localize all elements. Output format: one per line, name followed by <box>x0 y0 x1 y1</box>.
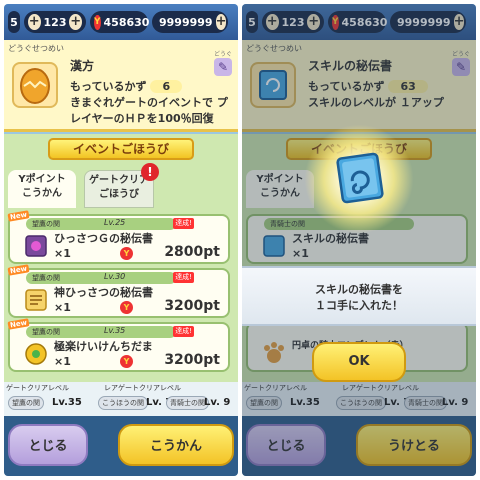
reward-price: 3200pt <box>164 298 220 314</box>
yokai-coin-icon: Y <box>120 355 133 368</box>
dialog-line: スキルの秘伝書を <box>315 283 403 296</box>
tool-icon[interactable]: ✎ <box>214 58 232 76</box>
orb-icon <box>25 343 47 365</box>
achieved-badge: 達成! <box>173 218 194 229</box>
tab-label: ごほうび <box>99 189 139 200</box>
add-button[interactable]: + <box>69 14 82 30</box>
stamina-value: 5 <box>10 15 18 29</box>
plus-icon: + <box>28 14 41 30</box>
item-thumbnail <box>12 62 58 108</box>
yokai-coin-icon: Y <box>94 14 101 30</box>
gate-level: Lv.30 <box>104 272 126 281</box>
top-status-bar: 5 + 123 + Y 458630 9999999 + <box>4 4 238 40</box>
gate-clear-label: ゲートクリアレベル <box>6 384 69 392</box>
egg-icon <box>20 68 50 104</box>
owned-label: もっているかず <box>70 80 147 93</box>
event-reward-ribbon: イベントごほうび <box>48 138 194 160</box>
achieved-badge: 達成! <box>173 326 194 337</box>
reward-name: 神ひっさつの秘伝書 <box>54 286 153 299</box>
gate-name: 望鷹の関 <box>26 218 176 230</box>
gate-level-value: Lv. 9 <box>204 397 231 408</box>
reward-row[interactable]: New 望鷹の関 Lv.35 達成! 極楽けいけんちだま ×1 Y 3200pt <box>7 318 230 372</box>
gate-level: Lv.25 <box>104 218 126 227</box>
money-value: 458630 <box>103 15 150 29</box>
gem-pill: 9999999 + <box>151 11 228 33</box>
gate-level-value: Lv.35 <box>52 397 82 408</box>
clear-level-bar: ゲートクリアレベル レアゲートクリアレベル 望鷹の関 Lv.35 こうほうの関 … <box>4 382 238 416</box>
rare-gate-clear-label: レアゲートクリアレベル <box>104 384 181 392</box>
yokai-coin-icon: Y <box>120 247 133 260</box>
point-pill: + 123 + <box>24 11 86 33</box>
dialog-line: １コ手に入れた！ <box>315 299 403 312</box>
gem-value: 9999999 <box>159 15 213 29</box>
gate-chip: 青騎士の関 <box>166 396 209 410</box>
bottom-bar: とじる こうかん <box>4 416 238 476</box>
tab-label: こうかん <box>22 188 62 199</box>
tab-gate-clear-reward[interactable]: ゲートクリア ごほうび ! <box>84 163 159 208</box>
gate-chip: 望鷹の関 <box>8 396 44 410</box>
skill-book-icon <box>336 152 384 204</box>
info-category-right: どうぐ <box>213 51 232 58</box>
item-received-dialog: スキルの秘伝書を １コ手に入れた！ <box>242 266 476 326</box>
alert-badge: ! <box>141 163 159 181</box>
item-title: 漢方 <box>70 59 95 73</box>
reward-qty: ×1 <box>54 355 71 368</box>
owned-count: 6 <box>150 79 183 93</box>
reward-qty: ×1 <box>54 247 71 260</box>
achieved-badge: 達成! <box>173 272 194 283</box>
reward-name: ひっさつＧの秘伝書 <box>54 232 153 245</box>
scroll-book-icon <box>25 289 47 311</box>
info-category: どうぐせつめい <box>8 44 64 53</box>
reward-qty: ×1 <box>54 301 71 314</box>
reward-price: 2800pt <box>164 244 220 260</box>
yokai-coin-icon: Y <box>120 301 133 314</box>
close-button[interactable]: とじる <box>8 424 88 466</box>
left-screen: 5 + 123 + Y 458630 9999999 + どうぐせつめい どうぐ… <box>4 4 238 476</box>
scroll-book-icon <box>25 235 47 257</box>
gate-name: 望鷹の関 <box>26 272 176 284</box>
item-info-panel: どうぐせつめい どうぐ ✎ 漢方 もっているかず 6 きまぐれゲートのイベントで… <box>4 40 238 132</box>
reward-row[interactable]: New 望鷹の関 Lv.25 達成! ひっさつＧの秘伝書 ×1 Y 2800pt <box>7 210 230 264</box>
stamina-pill: 5 <box>8 11 20 33</box>
reward-price: 3200pt <box>164 352 220 368</box>
point-value: 123 <box>43 15 67 29</box>
gate-chip: こうほうの関 <box>98 396 148 410</box>
ok-button[interactable]: OK <box>312 342 406 382</box>
item-description: きまぐれゲートのイベントで プレイヤーのＨＰを100％回復 <box>70 96 228 125</box>
owned-row: もっているかず 6 <box>70 78 183 94</box>
reward-section: イベントごほうび Yポイント こうかん ゲートクリア ごほうび ! New 望鷹… <box>4 134 238 384</box>
reward-name: 極楽けいけんちだま <box>54 340 153 353</box>
exchange-button[interactable]: こうかん <box>118 424 234 466</box>
gate-level: Lv.35 <box>104 326 126 335</box>
money-pill: Y 458630 <box>90 11 150 33</box>
right-screen: 5 + 123 + Y 458630 9999999 + どうぐせつめい どうぐ… <box>242 4 476 476</box>
add-gem-button[interactable]: + <box>215 14 227 30</box>
gate-name: 望鷹の関 <box>26 326 176 338</box>
tab-y-point-exchange[interactable]: Yポイント こうかん <box>8 170 76 208</box>
reward-row[interactable]: New 望鷹の関 Lv.30 達成! 神ひっさつの秘伝書 ×1 Y 3200pt <box>7 264 230 318</box>
modal-dimmer <box>242 4 476 476</box>
tab-label: Yポイント <box>18 174 66 185</box>
